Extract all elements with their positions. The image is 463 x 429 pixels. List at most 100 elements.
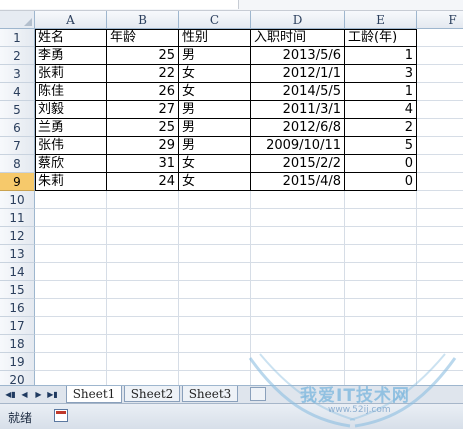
empty-cell[interactable]: [345, 281, 417, 299]
empty-cell[interactable]: [345, 353, 417, 371]
table-cell[interactable]: 刘毅: [35, 101, 107, 119]
table-cell[interactable]: 0: [345, 155, 417, 173]
row-header[interactable]: 14: [0, 263, 35, 281]
table-cell[interactable]: 25: [107, 119, 179, 137]
table-cell[interactable]: 女: [179, 173, 251, 191]
empty-cell[interactable]: [251, 317, 345, 335]
empty-cell[interactable]: [251, 245, 345, 263]
empty-cell[interactable]: [417, 281, 463, 299]
table-cell[interactable]: 2015/4/8: [251, 173, 345, 191]
empty-cell[interactable]: [417, 353, 463, 371]
column-header-d[interactable]: D: [251, 11, 345, 29]
table-header-cell[interactable]: 工龄(年): [345, 29, 417, 47]
empty-cell[interactable]: [345, 317, 417, 335]
row-header[interactable]: 3: [0, 65, 35, 83]
empty-cell[interactable]: [179, 353, 251, 371]
empty-cell[interactable]: [417, 335, 463, 353]
row-header[interactable]: 2: [0, 47, 35, 65]
empty-cell[interactable]: [417, 119, 463, 137]
empty-cell[interactable]: [417, 101, 463, 119]
empty-cell[interactable]: [35, 299, 107, 317]
row-header[interactable]: 1: [0, 29, 35, 47]
table-cell[interactable]: 4: [345, 101, 417, 119]
empty-cell[interactable]: [35, 209, 107, 227]
empty-cell[interactable]: [179, 191, 251, 209]
empty-cell[interactable]: [179, 263, 251, 281]
empty-cell[interactable]: [417, 227, 463, 245]
row-header[interactable]: 16: [0, 299, 35, 317]
empty-cell[interactable]: [35, 263, 107, 281]
table-cell[interactable]: 2011/3/1: [251, 101, 345, 119]
table-header-cell[interactable]: 年龄: [107, 29, 179, 47]
empty-cell[interactable]: [417, 65, 463, 83]
empty-cell[interactable]: [251, 335, 345, 353]
empty-cell[interactable]: [35, 281, 107, 299]
empty-cell[interactable]: [345, 335, 417, 353]
empty-cell[interactable]: [417, 155, 463, 173]
empty-cell[interactable]: [179, 245, 251, 263]
table-cell[interactable]: 22: [107, 65, 179, 83]
table-cell[interactable]: 李勇: [35, 47, 107, 65]
empty-cell[interactable]: [179, 209, 251, 227]
column-header-b[interactable]: B: [107, 11, 179, 29]
empty-cell[interactable]: [417, 371, 463, 385]
insert-sheet-icon[interactable]: [250, 387, 266, 401]
empty-cell[interactable]: [417, 209, 463, 227]
table-cell[interactable]: 蔡欣: [35, 155, 107, 173]
empty-cell[interactable]: [35, 335, 107, 353]
tab-sheet2[interactable]: Sheet2: [124, 386, 180, 402]
empty-cell[interactable]: [35, 191, 107, 209]
table-cell[interactable]: 女: [179, 65, 251, 83]
table-cell[interactable]: 朱莉: [35, 173, 107, 191]
table-cell[interactable]: 0: [345, 173, 417, 191]
empty-cell[interactable]: [251, 209, 345, 227]
empty-cell[interactable]: [345, 263, 417, 281]
empty-cell[interactable]: [107, 299, 179, 317]
row-header[interactable]: 20: [0, 371, 35, 385]
table-cell[interactable]: 男: [179, 119, 251, 137]
prev-sheet-icon[interactable]: ◀: [18, 388, 31, 401]
empty-cell[interactable]: [35, 353, 107, 371]
empty-cell[interactable]: [417, 29, 463, 47]
table-cell[interactable]: 兰勇: [35, 119, 107, 137]
row-header[interactable]: 15: [0, 281, 35, 299]
empty-cell[interactable]: [107, 245, 179, 263]
table-cell[interactable]: 29: [107, 137, 179, 155]
empty-cell[interactable]: [417, 317, 463, 335]
row-header[interactable]: 18: [0, 335, 35, 353]
table-header-cell[interactable]: 入职时间: [251, 29, 345, 47]
empty-cell[interactable]: [107, 371, 179, 385]
column-header-e[interactable]: E: [345, 11, 417, 29]
row-header[interactable]: 13: [0, 245, 35, 263]
empty-cell[interactable]: [179, 281, 251, 299]
empty-cell[interactable]: [107, 209, 179, 227]
table-cell[interactable]: 2013/5/6: [251, 47, 345, 65]
select-all-corner[interactable]: [0, 11, 35, 29]
empty-cell[interactable]: [107, 281, 179, 299]
empty-cell[interactable]: [345, 209, 417, 227]
table-cell[interactable]: 男: [179, 101, 251, 119]
table-cell[interactable]: 2009/10/11: [251, 137, 345, 155]
empty-cell[interactable]: [251, 353, 345, 371]
empty-cell[interactable]: [417, 173, 463, 191]
table-cell[interactable]: 27: [107, 101, 179, 119]
row-header[interactable]: 11: [0, 209, 35, 227]
table-cell[interactable]: 2012/1/1: [251, 65, 345, 83]
table-cell[interactable]: 女: [179, 155, 251, 173]
table-cell[interactable]: 25: [107, 47, 179, 65]
empty-cell[interactable]: [179, 335, 251, 353]
table-cell[interactable]: 张莉: [35, 65, 107, 83]
empty-cell[interactable]: [417, 263, 463, 281]
row-header[interactable]: 7: [0, 137, 35, 155]
empty-cell[interactable]: [179, 317, 251, 335]
row-header[interactable]: 6: [0, 119, 35, 137]
row-header-active[interactable]: 9: [0, 173, 35, 191]
table-cell[interactable]: 1: [345, 47, 417, 65]
empty-cell[interactable]: [35, 245, 107, 263]
empty-cell[interactable]: [35, 317, 107, 335]
column-header-a[interactable]: A: [35, 11, 107, 29]
row-header[interactable]: 19: [0, 353, 35, 371]
row-header[interactable]: 5: [0, 101, 35, 119]
last-sheet-icon[interactable]: ▶▮: [46, 388, 59, 401]
table-cell[interactable]: 24: [107, 173, 179, 191]
